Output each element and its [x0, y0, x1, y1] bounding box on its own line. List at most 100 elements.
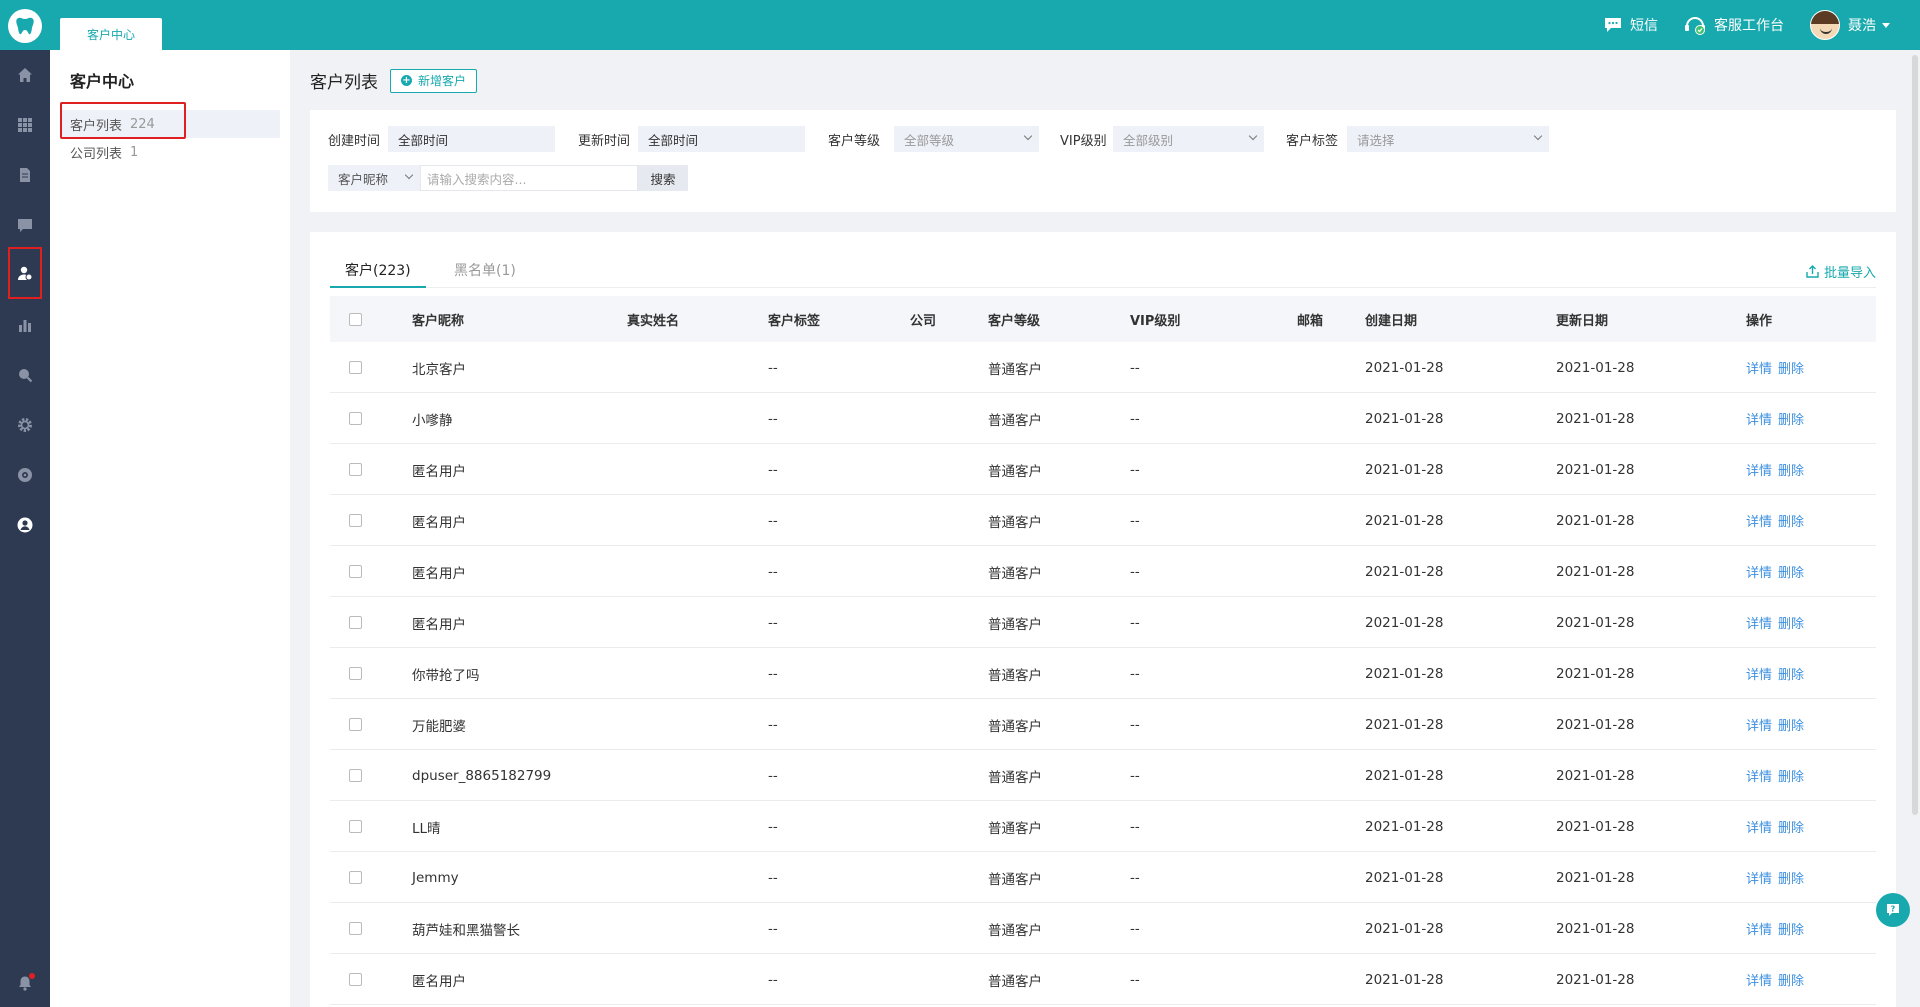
chat-icon[interactable] — [0, 205, 50, 245]
row-checkbox[interactable] — [349, 514, 362, 527]
detail-link[interactable]: 详情 — [1746, 715, 1772, 734]
table-row: 北京客户 -- 普通客户 -- 2021-01-28 2021-01-28 详情 删除 — [330, 342, 1876, 393]
cell-actions: 详情 删除 — [1746, 801, 1804, 852]
user-menu[interactable]: 聂浩 — [1810, 10, 1890, 40]
customer-table-card: 客户(223) 黑名单(1) 批量导入 客户昵称 真实姓名 客户标签 公司 客户… — [310, 232, 1896, 1007]
sms-button[interactable]: 短信 — [1604, 15, 1658, 35]
customer-level-select[interactable]: 全部等级 — [894, 126, 1039, 152]
column-header: VIP级别 — [1130, 313, 1181, 329]
workbench-label: 客服工作台 — [1714, 18, 1784, 34]
customer-tag-select[interactable]: 请选择 — [1347, 126, 1549, 152]
svg-text:?: ? — [1891, 905, 1896, 914]
detail-link[interactable]: 详情 — [1746, 358, 1772, 377]
detail-link[interactable]: 详情 — [1746, 511, 1772, 530]
row-checkbox[interactable] — [349, 412, 362, 425]
delete-link[interactable]: 删除 — [1778, 664, 1804, 683]
delete-link[interactable]: 删除 — [1778, 562, 1804, 581]
cell-tag: -- — [768, 359, 778, 376]
delete-link[interactable]: 删除 — [1778, 970, 1804, 989]
plus-icon: + — [401, 75, 412, 86]
customer-icon[interactable] — [8, 247, 42, 299]
row-checkbox[interactable] — [349, 922, 362, 935]
delete-link[interactable]: 删除 — [1778, 613, 1804, 632]
cell-nick: Jemmy — [412, 869, 459, 886]
detail-link[interactable]: 详情 — [1746, 664, 1772, 683]
created-time-picker[interactable]: 全部时间 — [388, 126, 555, 152]
workbench-button[interactable]: 客服工作台 — [1684, 15, 1784, 35]
cell-tag: -- — [768, 767, 778, 784]
cell-level: 普通客户 — [988, 463, 1042, 480]
delete-link[interactable]: 删除 — [1778, 817, 1804, 836]
top-bar: 客户中心 短信 客服工作台 聂浩 — [0, 0, 1920, 50]
cell-created: 2021-01-28 — [1365, 818, 1444, 835]
top-right-menu: 短信 客服工作台 聂浩 — [1578, 0, 1890, 50]
grid-icon[interactable] — [0, 105, 50, 145]
cell-tag: -- — [768, 869, 778, 886]
delete-link[interactable]: 删除 — [1778, 358, 1804, 377]
select-all-checkbox[interactable] — [349, 313, 362, 326]
detail-link[interactable]: 详情 — [1746, 766, 1772, 785]
row-checkbox[interactable] — [349, 769, 362, 782]
row-checkbox[interactable] — [349, 565, 362, 578]
row-checkbox[interactable] — [349, 616, 362, 629]
cell-vip: -- — [1130, 614, 1140, 631]
detail-link[interactable]: 详情 — [1746, 868, 1772, 887]
row-checkbox[interactable] — [349, 973, 362, 986]
user-name: 聂浩 — [1848, 18, 1876, 34]
search-button[interactable]: 搜索 — [638, 165, 688, 191]
detail-link[interactable]: 详情 — [1746, 919, 1772, 938]
row-checkbox[interactable] — [349, 667, 362, 680]
tooth-logo-icon[interactable] — [8, 9, 42, 43]
tab-customers[interactable]: 客户(223) — [345, 260, 411, 280]
row-checkbox[interactable] — [349, 871, 362, 884]
detail-link[interactable]: 详情 — [1746, 562, 1772, 581]
user-circle-icon[interactable] — [0, 505, 50, 545]
table-row: 你带抢了吗 -- 普通客户 -- 2021-01-28 2021-01-28 详情 删除 — [330, 648, 1876, 699]
detail-link[interactable]: 详情 — [1746, 460, 1772, 479]
delete-link[interactable]: 删除 — [1778, 460, 1804, 479]
detail-link[interactable]: 详情 — [1746, 613, 1772, 632]
search-field-select[interactable]: 客户昵称 — [328, 165, 420, 191]
delete-link[interactable]: 删除 — [1778, 766, 1804, 785]
cell-updated: 2021-01-28 — [1556, 665, 1635, 682]
row-checkbox[interactable] — [349, 820, 362, 833]
eye-icon[interactable] — [0, 455, 50, 495]
batch-import-button[interactable]: 批量导入 — [1806, 262, 1876, 281]
cell-level: 普通客户 — [988, 514, 1042, 531]
tab-blacklist[interactable]: 黑名单(1) — [454, 260, 516, 280]
customer-level-label: 客户等级 — [828, 134, 881, 149]
bar-chart-icon[interactable] — [0, 305, 50, 345]
delete-link[interactable]: 删除 — [1778, 715, 1804, 734]
scrollbar[interactable] — [1912, 55, 1918, 815]
delete-link[interactable]: 删除 — [1778, 409, 1804, 428]
row-checkbox[interactable] — [349, 463, 362, 476]
delete-link[interactable]: 删除 — [1778, 919, 1804, 938]
cell-nick: LL晴 — [412, 820, 441, 837]
search-input[interactable]: 请输入搜索内容... — [420, 165, 638, 191]
search-icon[interactable] — [0, 355, 50, 395]
vip-level-select[interactable]: 全部级别 — [1113, 126, 1264, 152]
cell-vip: -- — [1130, 512, 1140, 529]
detail-link[interactable]: 详情 — [1746, 970, 1772, 989]
column-header: 操作 — [1746, 313, 1773, 329]
cell-tag: -- — [768, 614, 778, 631]
cell-level: 普通客户 — [988, 616, 1042, 633]
home-icon[interactable] — [0, 55, 50, 95]
gear-icon[interactable] — [0, 405, 50, 445]
cell-level: 普通客户 — [988, 718, 1042, 735]
cell-tag: -- — [768, 716, 778, 733]
sidebar-item-company-list[interactable]: 公司列表 1 — [60, 138, 280, 166]
detail-link[interactable]: 详情 — [1746, 817, 1772, 836]
bell-icon[interactable] — [0, 963, 50, 1003]
add-customer-button[interactable]: + 新增客户 — [390, 68, 478, 93]
updated-time-picker[interactable]: 全部时间 — [638, 126, 805, 152]
row-checkbox[interactable] — [349, 361, 362, 374]
cell-level: 普通客户 — [988, 871, 1042, 888]
tab-customer-center[interactable]: 客户中心 — [60, 18, 162, 50]
document-icon[interactable] — [0, 155, 50, 195]
row-checkbox[interactable] — [349, 718, 362, 731]
delete-link[interactable]: 删除 — [1778, 511, 1804, 530]
help-button[interactable]: ? — [1876, 893, 1910, 927]
detail-link[interactable]: 详情 — [1746, 409, 1772, 428]
delete-link[interactable]: 删除 — [1778, 868, 1804, 887]
